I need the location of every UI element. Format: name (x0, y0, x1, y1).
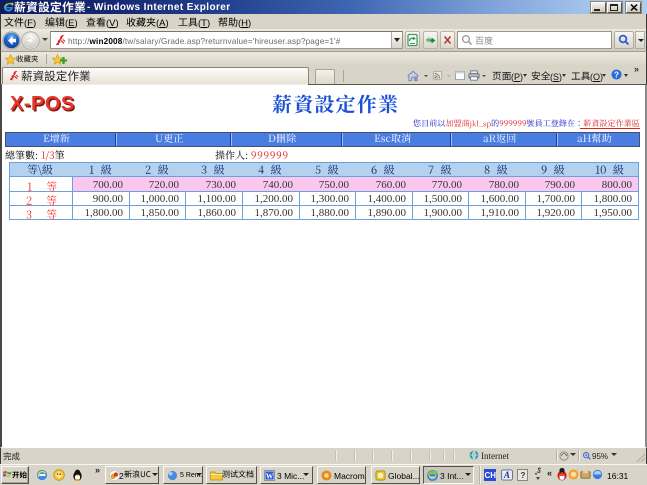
svg-text:?: ? (614, 70, 619, 79)
svg-text:A: A (503, 470, 510, 480)
svg-text:W: W (266, 471, 274, 480)
